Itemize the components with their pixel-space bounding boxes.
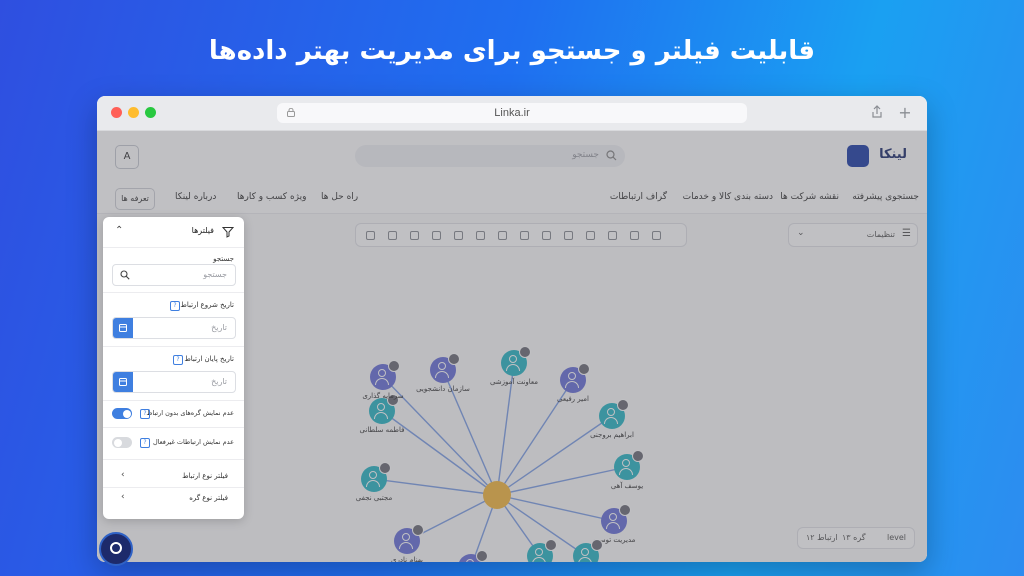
toggle-empty-nodes-label: عدم نمایش گره‌های بدون ارتباط [146, 409, 234, 417]
filters-panel: فیلترها ⌃ جستجو جستجو تاریخ شروع ارتباط … [103, 217, 244, 519]
filters-title: فیلترها [191, 226, 214, 235]
search-icon [120, 270, 130, 280]
divider [103, 427, 244, 428]
divider [103, 487, 244, 488]
filters-header[interactable]: فیلترها ⌃ [103, 217, 244, 248]
chevron-right-icon[interactable]: › [121, 470, 125, 480]
filter-search-placeholder: جستجو [203, 270, 227, 279]
maximize-window-button[interactable] [145, 107, 156, 118]
calendar-icon[interactable] [113, 318, 133, 338]
help-icon[interactable]: ? [140, 438, 150, 448]
new-tab-icon[interactable]: + [897, 105, 913, 121]
filter-icon [222, 227, 234, 238]
calendar-icon[interactable] [113, 372, 133, 392]
url-text: Linka.ir [494, 107, 530, 119]
help-icon[interactable]: ? [140, 409, 150, 419]
chevron-up-icon[interactable]: ⌃ [115, 225, 123, 236]
close-window-button[interactable] [111, 107, 122, 118]
divider [103, 400, 244, 401]
node-filter-label[interactable]: فیلتر نوع گره [189, 494, 228, 502]
divider [103, 459, 244, 460]
support-button[interactable] [99, 532, 133, 566]
end-date-label: تاریخ پایان ارتباط [184, 355, 234, 363]
end-date-placeholder: تاریخ [211, 377, 227, 386]
toggle-inactive[interactable] [112, 437, 132, 448]
chevron-right-icon[interactable]: › [121, 492, 125, 502]
end-date-input[interactable]: تاریخ [112, 371, 236, 393]
filter-search-input[interactable]: جستجو [112, 264, 236, 286]
divider [103, 346, 244, 347]
share-icon[interactable] [869, 105, 885, 121]
start-date-placeholder: تاریخ [211, 323, 227, 332]
start-date-input[interactable]: تاریخ [112, 317, 236, 339]
toggle-empty-nodes[interactable] [112, 408, 132, 419]
browser-chrome: Linka.ir + [97, 96, 927, 131]
address-bar[interactable]: Linka.ir [277, 103, 747, 123]
divider [103, 292, 244, 293]
chat-icon [110, 542, 122, 554]
hero-title: قابلیت فیلتر و جستجو برای مدیریت بهتر دا… [208, 36, 816, 66]
help-icon[interactable]: ? [173, 355, 183, 365]
search-label: جستجو [213, 255, 234, 263]
relation-filter-label[interactable]: فیلتر نوع ارتباط [182, 472, 228, 480]
help-icon[interactable]: ? [170, 301, 180, 311]
minimize-window-button[interactable] [128, 107, 139, 118]
toggle-inactive-label: عدم نمایش ارتباطات غیرفعال [152, 438, 234, 446]
start-date-label: تاریخ شروع ارتباط [180, 301, 234, 309]
lock-icon [287, 108, 295, 117]
